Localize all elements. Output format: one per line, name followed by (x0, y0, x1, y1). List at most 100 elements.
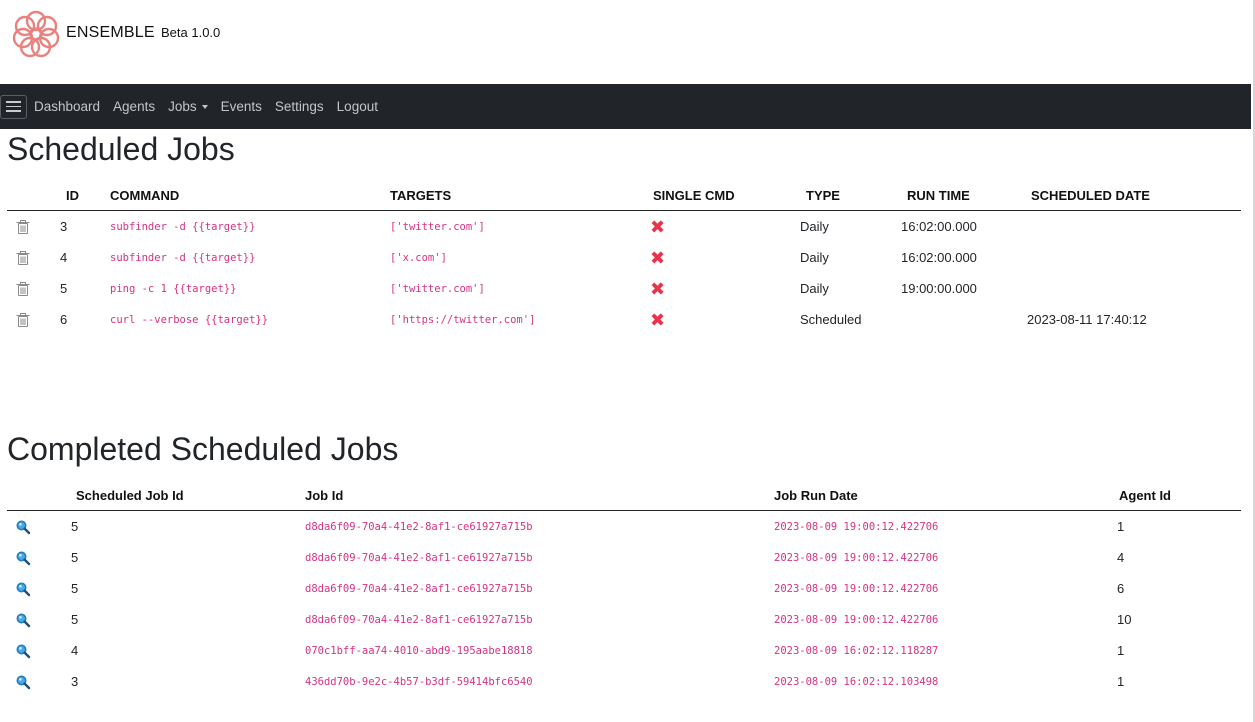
magnifier-icon[interactable] (15, 519, 31, 535)
trash-icon[interactable] (15, 219, 31, 235)
cell-run-time (901, 304, 1025, 335)
x-mark-icon: ✖ (650, 278, 666, 299)
table-row: 4 070c1bff-aa74-4010-abd9-195aabe18818 2… (7, 635, 1241, 666)
app-header: ENSEMBLE Beta 1.0.0 (0, 0, 1253, 84)
trash-icon[interactable] (15, 250, 31, 266)
cell-command: subfinder -d {{target}} (110, 251, 256, 264)
cell-scheduled-job-id: 4 (71, 643, 79, 658)
column-header-scheduled-job-id: Scheduled Job Id (69, 481, 305, 511)
nav-jobs-label: Jobs (168, 99, 197, 114)
cell-job-id: d8da6f09-70a4-41e2-8af1-ce61927a715b (305, 613, 533, 626)
caret-down-icon (201, 105, 208, 110)
table-header-row: ID COMMAND TARGETS SINGLE CMD TYPE RUN T… (7, 181, 1241, 211)
column-header-run-time: RUN TIME (901, 181, 1025, 211)
column-header-scheduled-date: SCHEDULED DATE (1025, 181, 1241, 211)
table-row: 4 subfinder -d {{target}} ['x.com'] ✖ Da… (7, 242, 1241, 273)
column-header-job-run-date: Job Run Date (774, 481, 1117, 511)
cell-agent-id: 6 (1117, 581, 1125, 596)
cell-agent-id: 1 (1117, 674, 1125, 689)
cell-type: Daily (800, 281, 829, 296)
completed-jobs-title: Completed Scheduled Jobs (7, 431, 399, 467)
nav-link-agents[interactable]: Agents (113, 99, 155, 114)
scheduled-jobs-title: Scheduled Jobs (7, 131, 235, 167)
cell-job-id: 070c1bff-aa74-4010-abd9-195aabe18818 (305, 644, 533, 657)
cell-id: 4 (60, 250, 68, 265)
cell-type: Daily (800, 250, 829, 265)
table-row: 5 d8da6f09-70a4-41e2-8af1-ce61927a715b 2… (7, 573, 1241, 604)
cell-run-time: 16:02:00.000 (901, 219, 977, 234)
cell-scheduled-date (1025, 273, 1241, 304)
cell-scheduled-date (1025, 242, 1241, 273)
column-header-job-id: Job Id (305, 481, 774, 511)
app-brand-name[interactable]: ENSEMBLE (66, 24, 155, 42)
column-header-actions (7, 481, 69, 511)
column-header-command: COMMAND (110, 181, 390, 211)
cell-scheduled-date (1025, 211, 1241, 243)
cell-job-run-date: 2023-08-09 19:00:12.422706 (774, 613, 939, 626)
cell-run-time: 19:00:00.000 (901, 281, 977, 296)
trash-icon[interactable] (15, 312, 31, 328)
cell-job-run-date: 2023-08-09 16:02:12.118287 (774, 644, 939, 657)
cell-job-id: d8da6f09-70a4-41e2-8af1-ce61927a715b (305, 520, 533, 533)
magnifier-icon[interactable] (15, 674, 31, 690)
cell-job-id: 436dd70b-9e2c-4b57-b3df-59414bfc6540 (305, 675, 533, 688)
cell-job-id: d8da6f09-70a4-41e2-8af1-ce61927a715b (305, 551, 533, 564)
cell-job-run-date: 2023-08-09 19:00:12.422706 (774, 520, 939, 533)
column-header-targets: TARGETS (390, 181, 650, 211)
cell-job-id: d8da6f09-70a4-41e2-8af1-ce61927a715b (305, 582, 533, 595)
cell-agent-id: 1 (1117, 519, 1125, 534)
cell-scheduled-date: 2023-08-11 17:40:12 (1027, 312, 1147, 327)
cell-job-run-date: 2023-08-09 19:00:12.422706 (774, 582, 939, 595)
x-mark-icon: ✖ (650, 216, 666, 237)
cell-scheduled-job-id: 5 (71, 581, 79, 596)
nav-link-logout[interactable]: Logout (337, 99, 378, 114)
column-header-actions (7, 181, 59, 211)
cell-scheduled-job-id: 5 (71, 550, 79, 565)
ensemble-logo-icon (12, 10, 60, 58)
cell-id: 5 (60, 281, 68, 296)
table-row: 6 curl --verbose {{target}} ['https://tw… (7, 304, 1241, 335)
nav-dropdown-jobs[interactable]: Jobs (168, 99, 208, 114)
trash-icon[interactable] (15, 281, 31, 297)
nav-link-settings[interactable]: Settings (275, 99, 324, 114)
magnifier-icon[interactable] (15, 643, 31, 659)
table-row: 5 d8da6f09-70a4-41e2-8af1-ce61927a715b 2… (7, 542, 1241, 573)
magnifier-icon[interactable] (15, 612, 31, 628)
cell-targets: ['https://twitter.com'] (390, 313, 536, 326)
magnifier-icon[interactable] (15, 550, 31, 566)
table-row: 5 ping -c 1 {{target}} ['twitter.com'] ✖… (7, 273, 1241, 304)
cell-id: 6 (60, 312, 68, 327)
cell-command: subfinder -d {{target}} (110, 220, 256, 233)
cell-targets: ['twitter.com'] (390, 282, 485, 295)
magnifier-icon[interactable] (15, 581, 31, 597)
cell-scheduled-job-id: 3 (71, 674, 79, 689)
cell-command: ping -c 1 {{target}} (110, 282, 237, 295)
app-version: Beta 1.0.0 (161, 25, 221, 40)
column-header-single-cmd: SINGLE CMD (650, 181, 800, 211)
cell-job-run-date: 2023-08-09 19:00:12.422706 (774, 551, 939, 564)
cell-command: curl --verbose {{target}} (110, 313, 269, 326)
completed-jobs-table: Scheduled Job Id Job Id Job Run Date Age… (7, 481, 1241, 697)
column-header-type: TYPE (800, 181, 901, 211)
cell-agent-id: 10 (1117, 612, 1132, 627)
column-header-agent-id: Agent Id (1117, 481, 1241, 511)
cell-type: Daily (800, 219, 829, 234)
cell-scheduled-job-id: 5 (71, 612, 79, 627)
nav-link-dashboard[interactable]: Dashboard (34, 99, 100, 114)
nav-link-events[interactable]: Events (221, 99, 262, 114)
cell-run-time: 16:02:00.000 (901, 250, 977, 265)
cell-id: 3 (60, 219, 68, 234)
table-row: 3 436dd70b-9e2c-4b57-b3df-59414bfc6540 2… (7, 666, 1241, 697)
hamburger-menu-icon[interactable] (0, 94, 27, 119)
column-header-id: ID (59, 181, 110, 211)
cell-job-run-date: 2023-08-09 16:02:12.103498 (774, 675, 939, 688)
x-mark-icon: ✖ (650, 309, 666, 330)
cell-agent-id: 4 (1117, 550, 1125, 565)
scheduled-jobs-table: ID COMMAND TARGETS SINGLE CMD TYPE RUN T… (7, 181, 1241, 335)
table-row: 5 d8da6f09-70a4-41e2-8af1-ce61927a715b 2… (7, 511, 1241, 543)
x-mark-icon: ✖ (650, 247, 666, 268)
cell-agent-id: 1 (1117, 643, 1125, 658)
table-row: 3 subfinder -d {{target}} ['twitter.com'… (7, 211, 1241, 243)
cell-type: Scheduled (800, 312, 862, 327)
main-navbar: Dashboard Agents Jobs Events Settings Lo… (0, 84, 1251, 129)
